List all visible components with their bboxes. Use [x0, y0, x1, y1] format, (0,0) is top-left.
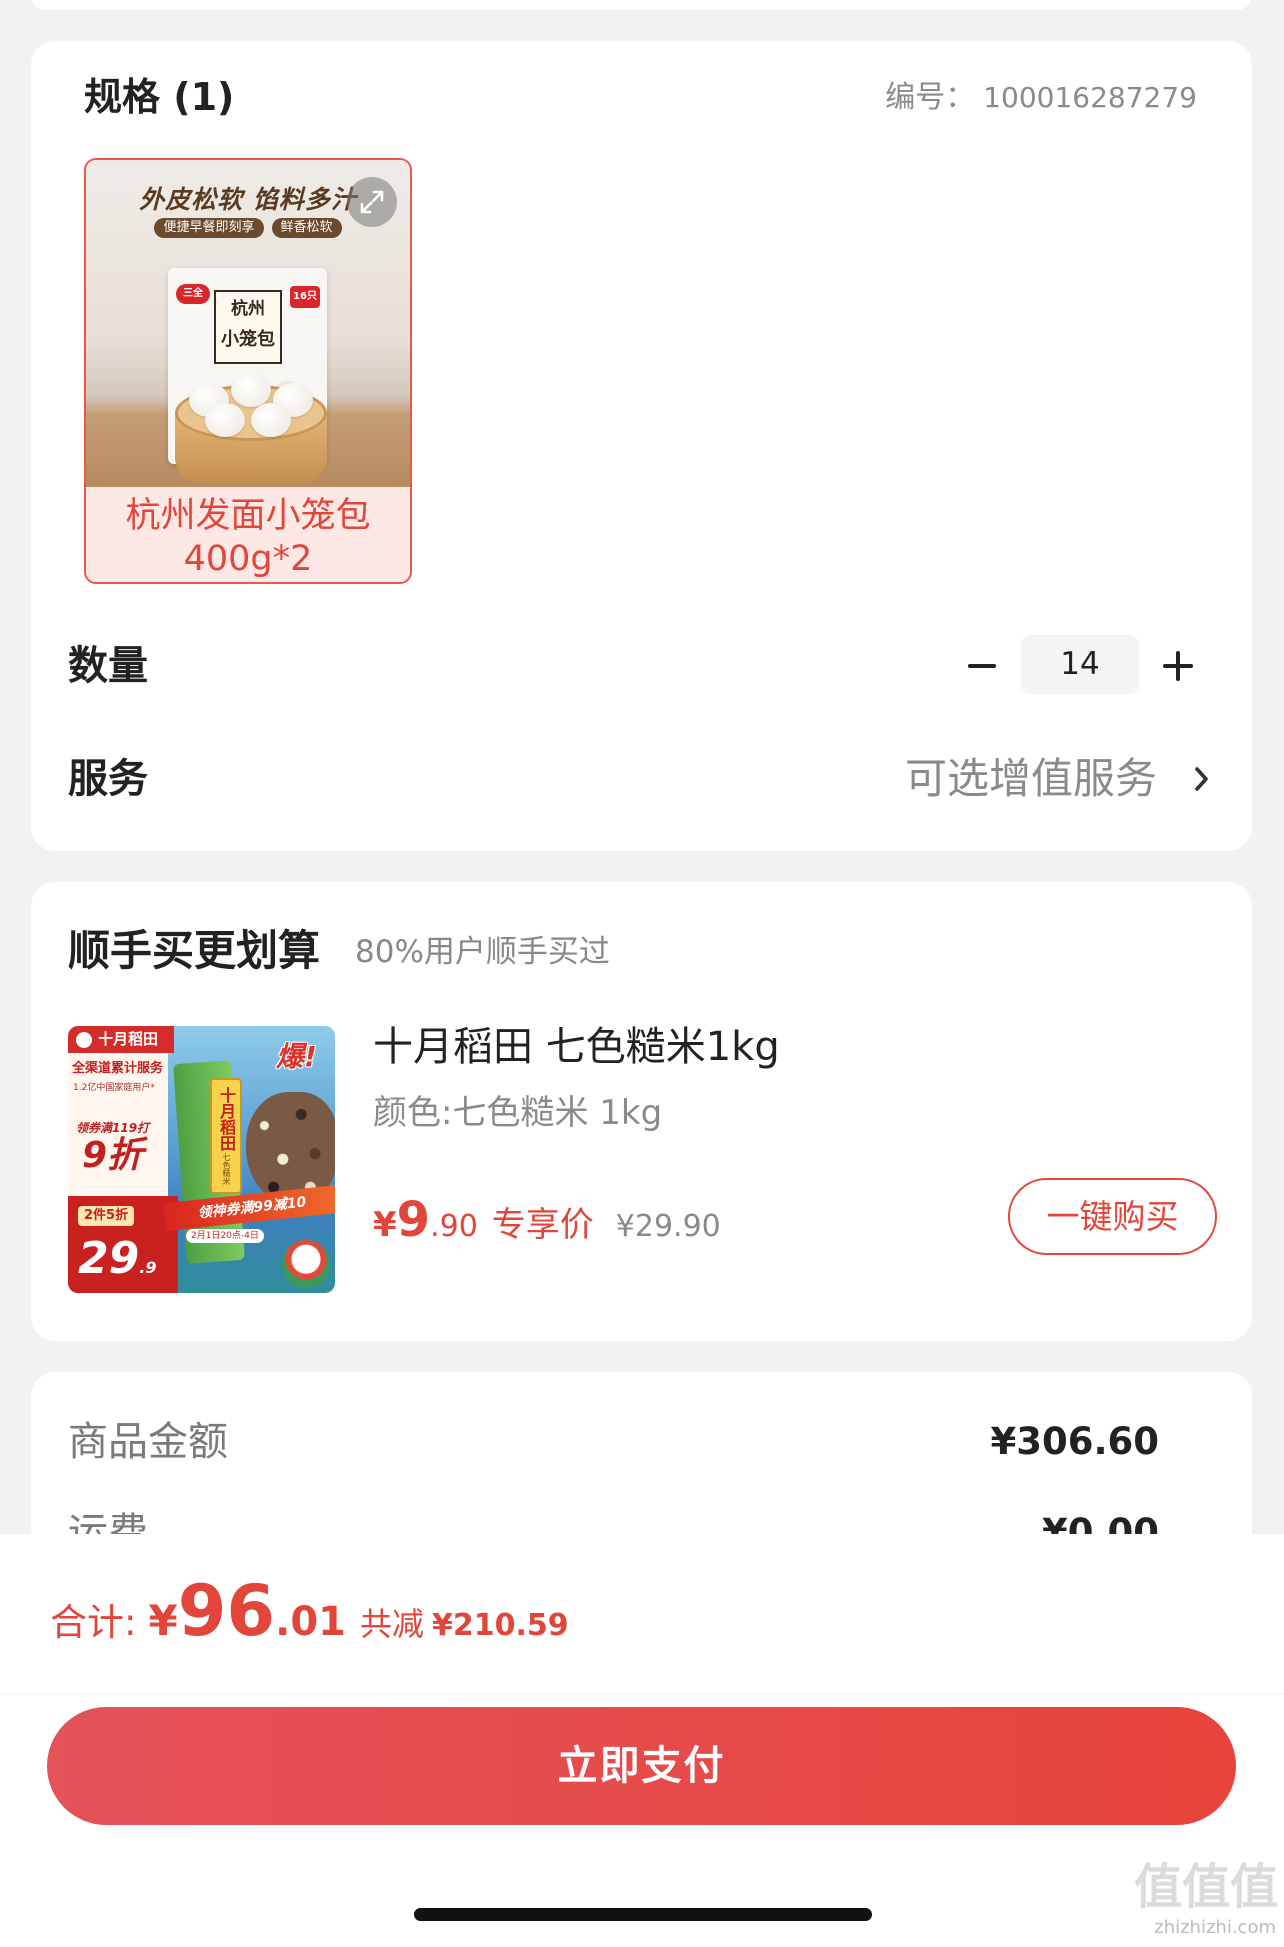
sku-label: 编号： — [885, 80, 976, 115]
mascot-illustration — [282, 1240, 330, 1288]
watermark-site: zhizhizhi.com — [1154, 1917, 1276, 1938]
addon-product-spec: 颜色:七色糙米 1kg — [373, 1093, 663, 1133]
price-decimal: .90 — [430, 1209, 478, 1244]
expand-icon[interactable] — [347, 177, 397, 227]
image-users-line: 1.2亿中国家庭用户* — [73, 1083, 155, 1093]
watermark-logo: 值值值 — [1133, 1859, 1278, 1915]
image-burst-text: 爆! — [276, 1040, 317, 1073]
pay-now-button[interactable]: 立即支付 — [47, 1707, 1236, 1825]
rice-bag-label-sub: 七色糙米 — [222, 1153, 231, 1185]
total-integer: 96 — [177, 1570, 276, 1652]
exclusive-price-tag: 专享价 — [491, 1205, 594, 1245]
quantity-decrease-button[interactable] — [956, 641, 1006, 691]
total-row: 合计: ¥96.01 共减 ¥210.59 — [50, 1570, 569, 1652]
package-label: 杭州 小笼包 — [214, 290, 282, 364]
one-click-buy-button[interactable]: 一键购买 — [1008, 1178, 1217, 1255]
image-tag: 鲜香松软 — [271, 218, 342, 238]
package-name: 小笼包 — [221, 329, 275, 350]
service-label: 服务 — [68, 756, 148, 802]
image-brand-tag: 十月稻田 — [98, 1030, 159, 1048]
image-promo-price-decimal: .9 — [139, 1258, 157, 1277]
addon-product-image[interactable]: 十月稻田 全渠道累计服务 1.2亿中国家庭用户* 领券满119打 9折 2件5折… — [68, 1026, 335, 1293]
summary-card: 商品金额 ¥306.60 运费 ¥0.00 — [31, 1372, 1252, 1556]
steamer-basket-illustration — [175, 365, 327, 485]
image-promo-price-integer: 29 — [78, 1233, 140, 1284]
checkout-footer: 合计: ¥96.01 共减 ¥210.59 立即支付 值值值 zhizhizhi… — [0, 1534, 1284, 1947]
plus-icon-vertical — [1176, 651, 1180, 681]
bun-illustration — [231, 373, 271, 407]
option-product-image: 外皮松软 馅料多汁 便捷早餐即刻享 鲜香松软 三全 杭州 小笼包 16只 — [86, 160, 410, 487]
quantity-increase-button[interactable] — [1153, 641, 1203, 691]
image-brand-bar: 十月稻田 — [68, 1026, 174, 1053]
image-promo-price: 29.9 — [78, 1234, 156, 1293]
chevron-right-icon — [1195, 767, 1208, 791]
spec-card: 规格 (1) 编号： 100016287279 外皮松软 馅料多汁 便捷早餐即刻享… — [31, 41, 1252, 851]
price-integer: 9 — [396, 1192, 431, 1248]
image-banner-date: 2月1日20点-4日 — [186, 1229, 264, 1243]
package-count-badge: 16只 — [290, 286, 320, 308]
image-service-line: 全渠道累计服务 — [72, 1061, 164, 1076]
addon-subtitle: 80%用户顺手买过 — [355, 934, 610, 970]
addon-product-name[interactable]: 十月稻田 七色糙米1kg — [373, 1023, 780, 1071]
image-bundle-tag: 2件5折 — [78, 1206, 135, 1226]
addon-price-row: ¥9.90 专享价 ¥29.90 — [373, 1192, 721, 1248]
package-brand-logo: 三全 — [176, 284, 210, 304]
service-value: 可选增值服务 — [904, 754, 1157, 803]
sku-value: 100016287279 — [983, 81, 1197, 114]
minus-icon — [968, 664, 996, 668]
spec-option-selected[interactable]: 外皮松软 馅料多汁 便捷早餐即刻享 鲜香松软 三全 杭州 小笼包 16只 杭州发… — [84, 158, 412, 584]
discount-value: ¥210.59 — [432, 1608, 569, 1643]
addon-title: 顺手买更划算 — [68, 926, 321, 975]
quantity-label: 数量 — [68, 643, 148, 689]
quantity-input[interactable]: 14 — [1021, 635, 1139, 694]
image-discount: 9折 — [82, 1135, 144, 1176]
discount-label: 共减 — [359, 1605, 424, 1643]
brand-logo-icon — [76, 1032, 92, 1048]
price-currency: ¥ — [373, 1205, 397, 1245]
previous-card — [31, 0, 1252, 10]
rice-bag-label: 十月稻田 七色糙米 — [210, 1078, 242, 1194]
package-city: 杭州 — [231, 299, 265, 319]
total-currency: ¥ — [148, 1596, 178, 1645]
goods-amount-label: 商品金额 — [68, 1419, 228, 1465]
option-name: 杭州发面小笼包 — [125, 496, 371, 536]
image-tag: 便捷早餐即刻享 — [154, 218, 264, 238]
home-indicator[interactable] — [414, 1908, 872, 1921]
bun-illustration — [205, 403, 245, 437]
spec-title: 规格 (1) — [84, 75, 235, 119]
total-label: 合计: — [50, 1601, 137, 1644]
footer-divider — [0, 1693, 1284, 1694]
sku-info: 编号： 100016287279 — [885, 77, 1197, 123]
addon-card: 顺手买更划算 80%用户顺手买过 十月稻田 全渠道累计服务 1.2亿中国家庭用户… — [31, 882, 1252, 1341]
expand-icon-glyph — [360, 190, 384, 214]
option-weight: 400g*2 — [183, 539, 313, 579]
bun-illustration — [251, 403, 291, 437]
total-decimal: .01 — [275, 1599, 346, 1645]
original-price: ¥29.90 — [615, 1209, 721, 1244]
rice-bag-label-main: 十月稻田 — [217, 1087, 236, 1151]
goods-amount-value: ¥306.60 — [990, 1420, 1159, 1463]
